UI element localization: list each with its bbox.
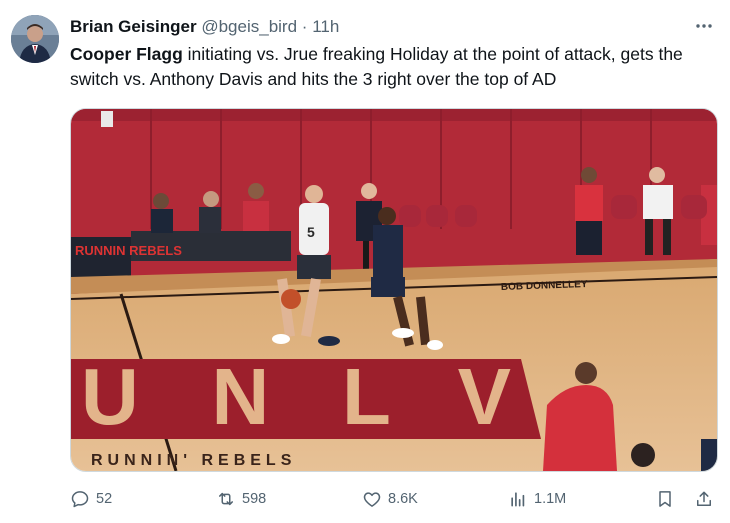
views-button[interactable]: 1.1M	[508, 486, 566, 512]
more-icon	[696, 24, 712, 28]
baseline-text: RUNNIN' REBELS	[91, 452, 296, 469]
reply-button[interactable]: 52	[70, 486, 112, 512]
avatar[interactable]	[11, 15, 59, 63]
avatar-image	[11, 15, 59, 63]
repost-icon	[219, 492, 233, 506]
tweet-actions: 52 598 8.6K 1.1M	[70, 486, 720, 512]
like-count: 8.6K	[388, 491, 418, 507]
banner-text: RUNNIN REBELS	[75, 243, 182, 258]
share-button[interactable]	[694, 486, 714, 512]
jersey-number: 5	[307, 224, 315, 240]
tweet-media-video[interactable]: RUNNIN REBELS BOB DONNELLEY UNLV RUNNIN'…	[70, 108, 718, 472]
reply-count: 52	[96, 491, 113, 507]
bookmark-icon	[659, 491, 671, 507]
like-button[interactable]: 8.6K	[362, 486, 418, 512]
tweet-header: Brian Geisinger @bgeis_bird · 11h	[70, 16, 670, 38]
views-chart-icon	[511, 492, 525, 507]
repost-count: 598	[242, 491, 267, 507]
heart-icon	[363, 492, 381, 507]
views-count: 1.1M	[534, 491, 567, 507]
tweet-text: Cooper Flagg initiating vs. Jrue freakin…	[70, 42, 720, 92]
video-frame: RUNNIN REBELS BOB DONNELLEY UNLV RUNNIN'…	[71, 109, 717, 471]
bookmark-button[interactable]	[655, 486, 675, 512]
reply-icon	[71, 491, 89, 508]
tweet-timestamp[interactable]: 11h	[312, 17, 339, 36]
tweet-text-bold: Cooper Flagg	[70, 44, 183, 64]
author-handle[interactable]: @bgeis_bird	[201, 17, 297, 36]
more-options-button[interactable]	[692, 14, 716, 38]
repost-button[interactable]: 598	[216, 486, 266, 512]
meta-separator: ·	[301, 17, 308, 36]
share-icon	[697, 491, 711, 506]
author-display-name[interactable]: Brian Geisinger	[70, 17, 197, 36]
